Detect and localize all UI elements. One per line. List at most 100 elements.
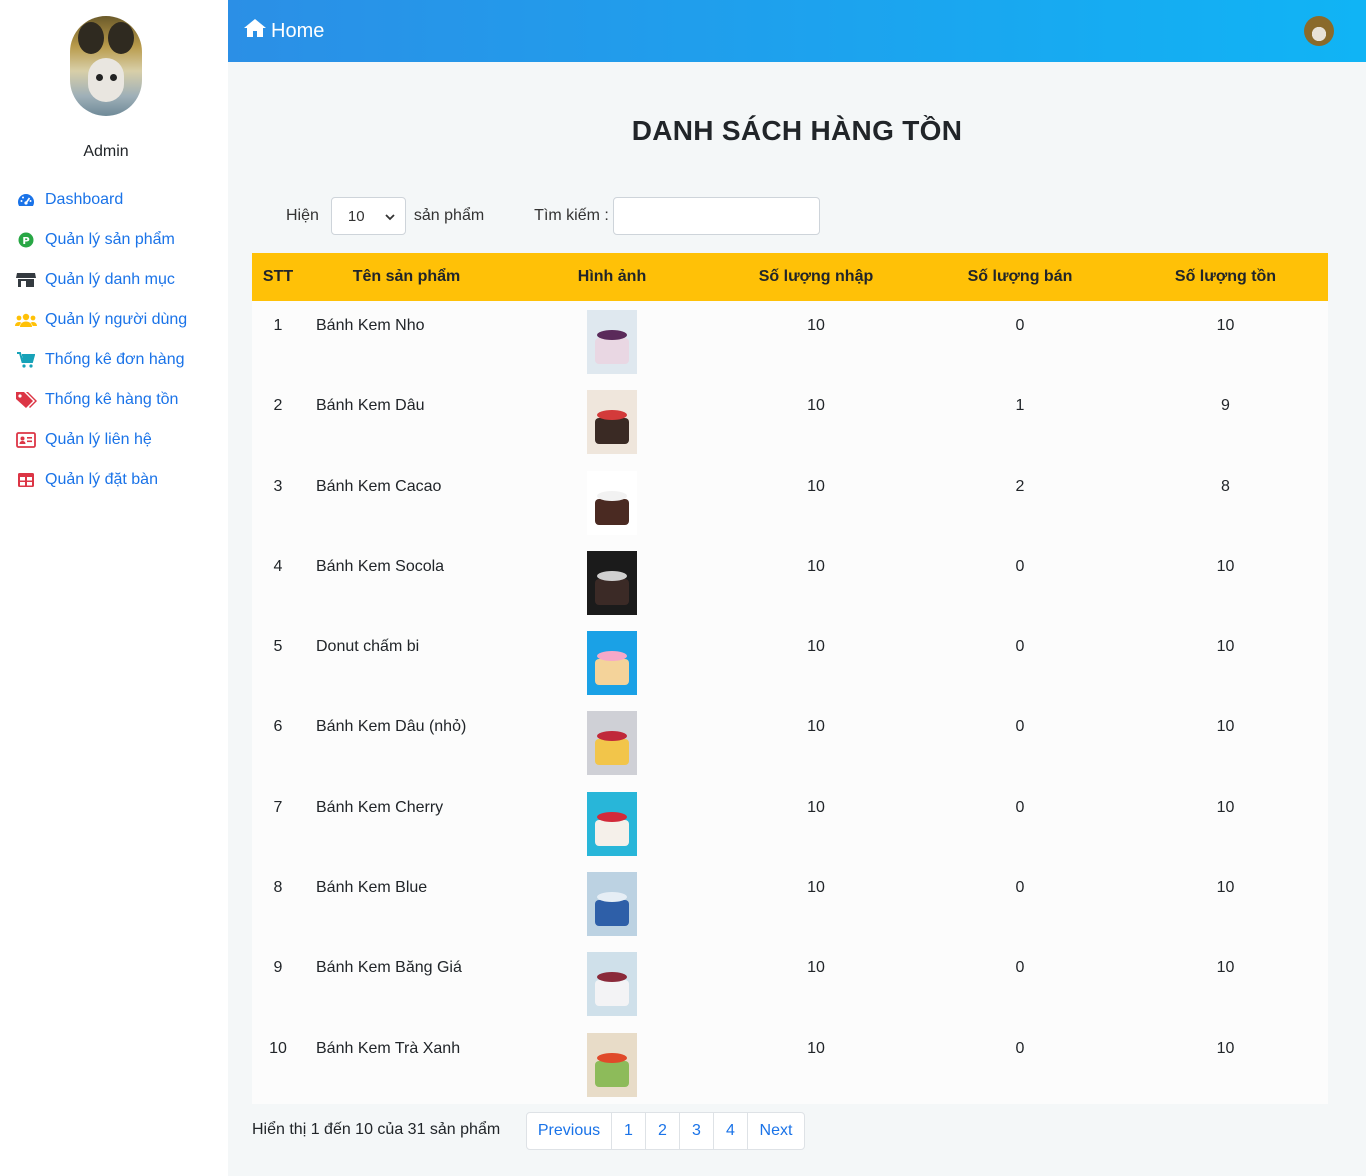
pagination-page[interactable]: 4 xyxy=(713,1113,747,1149)
tags-icon xyxy=(15,391,37,409)
thumbnail-cake-shape xyxy=(595,659,629,686)
row-product-name: Bánh Kem Nho xyxy=(316,317,425,334)
table-info: Hiển thị 1 đến 10 của 31 sản phẩm xyxy=(252,1121,501,1138)
row-image-cell xyxy=(509,462,715,542)
row-product-name: Bánh Kem Dâu xyxy=(316,397,425,415)
row-stock-qty: 10 xyxy=(1216,959,1235,977)
sidebar-item-products[interactable]: P Quản lý sản phẩm xyxy=(0,220,228,260)
avatar-ear xyxy=(78,22,104,54)
page-size-value: 10 xyxy=(347,207,365,225)
sidebar-item-label: Thống kê hàng tồn xyxy=(45,391,179,408)
user-avatar[interactable] xyxy=(1304,16,1334,46)
row-image-cell xyxy=(509,301,715,381)
search-label: Tìm kiếm : xyxy=(534,207,609,224)
pagination-page[interactable]: 3 xyxy=(679,1113,713,1149)
row-sold-qty: 1 xyxy=(1015,397,1025,415)
row-image-cell xyxy=(509,863,715,943)
table-row: 10 Bánh Kem Trà Xanh 10 0 10 xyxy=(252,1024,1328,1104)
thumbnail-cake-shape xyxy=(595,578,629,605)
row-sold-qty: 0 xyxy=(1015,638,1025,656)
row-image-cell xyxy=(509,702,715,782)
row-sold-qty: 0 xyxy=(1015,798,1025,816)
product-thumbnail xyxy=(587,1032,637,1097)
row-sold-qty: 0 xyxy=(1015,317,1025,334)
table-row: 8 Bánh Kem Blue 10 0 10 xyxy=(252,863,1328,943)
pagination-page[interactable]: 2 xyxy=(645,1113,679,1149)
sidebar-item-dashboard[interactable]: Dashboard xyxy=(0,180,228,220)
thumbnail-cake-shape xyxy=(595,1060,629,1087)
sidebar-item-users[interactable]: Quản lý người dùng xyxy=(0,300,228,340)
unit-label: sản phẩm xyxy=(413,207,485,224)
row-product-name: Bánh Kem Blue xyxy=(316,879,428,897)
sidebar-item-categories[interactable]: Quản lý danh mục xyxy=(0,260,228,300)
column-header[interactable]: Tên sản phẩm xyxy=(304,253,509,301)
thumbnail-cake-shape xyxy=(595,739,629,766)
column-header[interactable]: STT xyxy=(252,253,304,301)
avatar-eye xyxy=(110,74,117,81)
table-row: 1 Bánh Kem Nho 10 0 10 xyxy=(252,301,1328,381)
thumbnail-cake-shape xyxy=(595,498,629,525)
page-title: DANH SÁCH HÀNG TỒN xyxy=(631,115,963,146)
pagination-page[interactable]: 1 xyxy=(611,1113,645,1149)
sidebar-item-contacts[interactable]: Quản lý liên hệ xyxy=(0,420,228,460)
row-stt: 9 xyxy=(273,959,283,977)
search-input[interactable] xyxy=(612,197,820,235)
pagination: Previous 1 2 3 4 Next xyxy=(526,1112,805,1150)
row-image-cell xyxy=(509,783,715,863)
table-row: 9 Bánh Kem Băng Giá 10 0 10 xyxy=(252,943,1328,1023)
row-stt: 2 xyxy=(273,397,283,415)
show-label: Hiện xyxy=(286,207,319,224)
sidebar-item-label: Quản lý đặt bàn xyxy=(45,471,158,488)
thumbnail-cake-shape xyxy=(595,338,629,364)
table-controls: Hiện 10 sản phẩm Tìm kiếm : xyxy=(286,197,820,235)
row-stock-qty: 10 xyxy=(1216,879,1235,897)
row-stt: 1 xyxy=(273,317,283,334)
table-row: 7 Bánh Kem Cherry 10 0 10 xyxy=(252,783,1328,863)
avatar-face xyxy=(88,58,124,102)
sidebar-item-inventory[interactable]: Thống kê hàng tồn xyxy=(0,380,228,420)
inventory-table-wrapper: STT Tên sản phẩm Hình ảnh Số lượng nhập … xyxy=(252,253,1328,1104)
pagination-next[interactable]: Next xyxy=(747,1113,804,1149)
thumbnail-cake-shape xyxy=(595,900,629,927)
thumbnail-cake-shape xyxy=(595,980,629,1007)
product-p-icon: P xyxy=(15,231,37,249)
users-icon xyxy=(15,311,37,329)
product-thumbnail xyxy=(587,952,637,1017)
thumbnail-topping-shape xyxy=(597,570,627,581)
column-header[interactable]: Số lượng nhập xyxy=(715,253,917,301)
sidebar-item-label: Quản lý người dùng xyxy=(45,311,188,328)
sidebar-item-label: Quản lý danh mục xyxy=(45,271,175,288)
admin-avatar[interactable] xyxy=(70,16,142,116)
svg-text:P: P xyxy=(22,236,29,247)
thumbnail-cake-shape xyxy=(595,418,629,445)
row-imported-qty: 10 xyxy=(807,317,825,334)
row-stt: 3 xyxy=(273,477,283,495)
column-header[interactable]: Số lượng bán xyxy=(917,253,1123,301)
sidebar-menu: Dashboard P Quản lý sản phẩm Quản lý dan… xyxy=(0,180,228,500)
row-sold-qty: 0 xyxy=(1015,959,1025,977)
row-stock-qty: 10 xyxy=(1216,317,1235,334)
home-link[interactable]: Home xyxy=(243,18,324,44)
row-product-name: Bánh Kem Cacao xyxy=(316,477,442,495)
page-size-select[interactable]: 10 xyxy=(330,197,406,235)
sidebar-item-orders[interactable]: Thống kê đơn hàng xyxy=(0,340,228,380)
row-imported-qty: 10 xyxy=(807,397,825,415)
row-sold-qty: 0 xyxy=(1015,718,1025,736)
contact-card-icon xyxy=(15,431,37,449)
row-stt: 8 xyxy=(273,879,283,897)
thumbnail-topping-shape xyxy=(597,1052,627,1063)
sidebar-item-label: Dashboard xyxy=(45,191,124,208)
sidebar-item-reservations[interactable]: Quản lý đặt bàn xyxy=(0,460,228,500)
product-thumbnail xyxy=(587,550,637,615)
pagination-previous[interactable]: Previous xyxy=(527,1113,611,1149)
table-header-row: STT Tên sản phẩm Hình ảnh Số lượng nhập … xyxy=(252,253,1328,301)
row-image-cell xyxy=(509,381,715,461)
product-thumbnail xyxy=(587,310,637,374)
sidebar-item-label: Thống kê đơn hàng xyxy=(45,351,185,368)
column-header[interactable]: Số lượng tồn xyxy=(1123,253,1328,301)
row-stock-qty: 10 xyxy=(1216,798,1235,816)
table-grid-icon xyxy=(15,471,37,489)
column-header[interactable]: Hình ảnh xyxy=(509,253,715,301)
thumbnail-topping-shape xyxy=(597,811,627,822)
row-stt: 4 xyxy=(273,557,283,575)
